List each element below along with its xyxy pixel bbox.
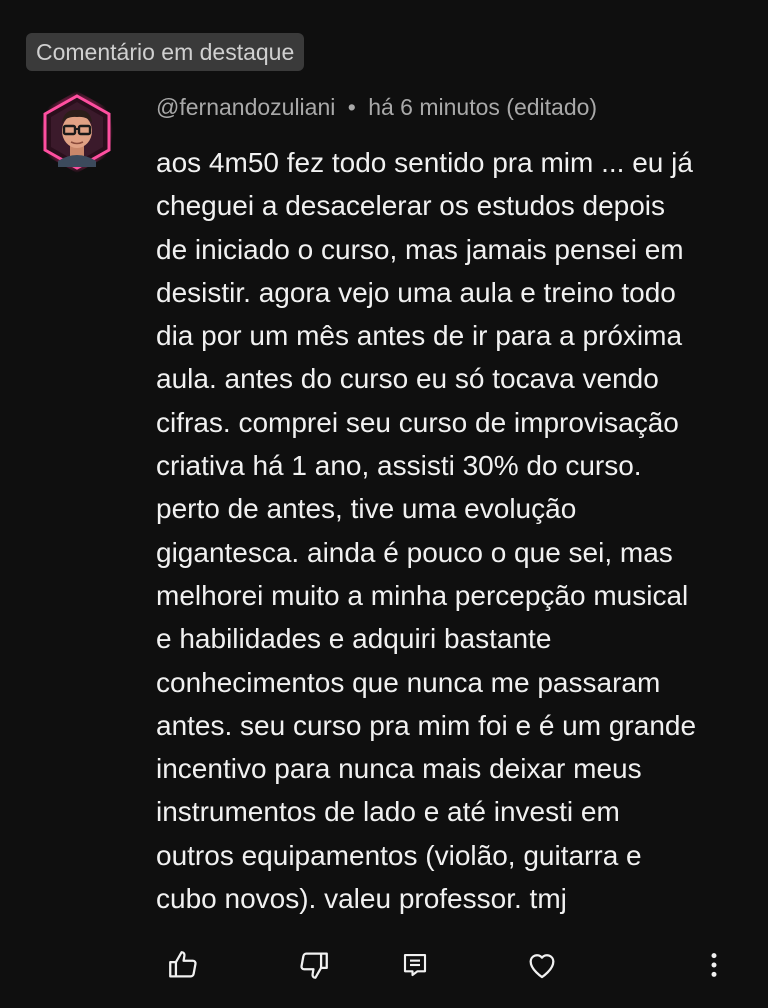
comment-line: incentivo para nunca mais deixar meus (156, 753, 642, 785)
comment-line: aos 4m50 fez todo sentido pra mim ... eu… (156, 147, 693, 178)
comment-line: perto de antes, tive uma evolução (156, 493, 577, 525)
thumbs-up-icon (169, 951, 197, 978)
comment-meta: @fernandozuliani • há 6 minutos (editado… (156, 94, 597, 121)
avatar[interactable] (34, 89, 120, 175)
comment-line: gigantesca. ainda é pouco o que sei, mas (156, 536, 673, 568)
comment-line: conhecimentos que nunca me passaram (156, 666, 661, 698)
more-options-button[interactable] (689, 940, 739, 990)
comment-line: melhorei muito a minha percepção musical (156, 579, 689, 611)
comment-line: cheguei a desacelerar os estudos depois (156, 190, 666, 222)
comment-text: aos 4m50 fez todo sentido pra mim ... eu… (156, 141, 746, 920)
heart-outline-icon (529, 954, 555, 979)
comment-author[interactable]: @fernandozuliani (156, 94, 335, 120)
vertical-ellipsis-icon (711, 953, 717, 977)
comment-timestamp: há 6 minutos (editado) (368, 94, 598, 120)
comment-actions (0, 940, 768, 990)
comment-reply-icon (403, 953, 427, 977)
thumbs-down-icon (300, 952, 328, 979)
comment-line: cubo novos). valeu professor. tmj (156, 883, 567, 915)
heart-button[interactable] (517, 940, 567, 990)
comment-line: cifras. comprei seu curso de improvisaçã… (156, 406, 679, 438)
comment-line: aula. antes do curso eu só tocava vendo (156, 363, 659, 395)
comment-line: desistir. agora vejo uma aula e treino t… (156, 276, 676, 308)
like-button[interactable] (158, 940, 208, 990)
comment-line: outros equipamentos (violão, guitarra e (156, 839, 642, 871)
comment-line: antes. seu curso pra mim foi e é um gran… (156, 709, 697, 741)
reply-button[interactable] (390, 940, 440, 990)
highlighted-comment-badge: Comentário em destaque (26, 33, 305, 71)
dislike-button[interactable] (289, 940, 339, 990)
comment-line: de iniciado o curso, mas jamais pensei e… (156, 233, 684, 265)
comment-line: dia por um mês antes de ir para a próxim… (156, 320, 683, 352)
comment-line: criativa há 1 ano, assisti 30% do curso. (156, 450, 642, 482)
comment-line: instrumentos de lado e até investi em (156, 796, 620, 828)
meta-separator: • (347, 94, 356, 120)
comment-line: e habilidades e adquiri bastante (156, 623, 552, 655)
